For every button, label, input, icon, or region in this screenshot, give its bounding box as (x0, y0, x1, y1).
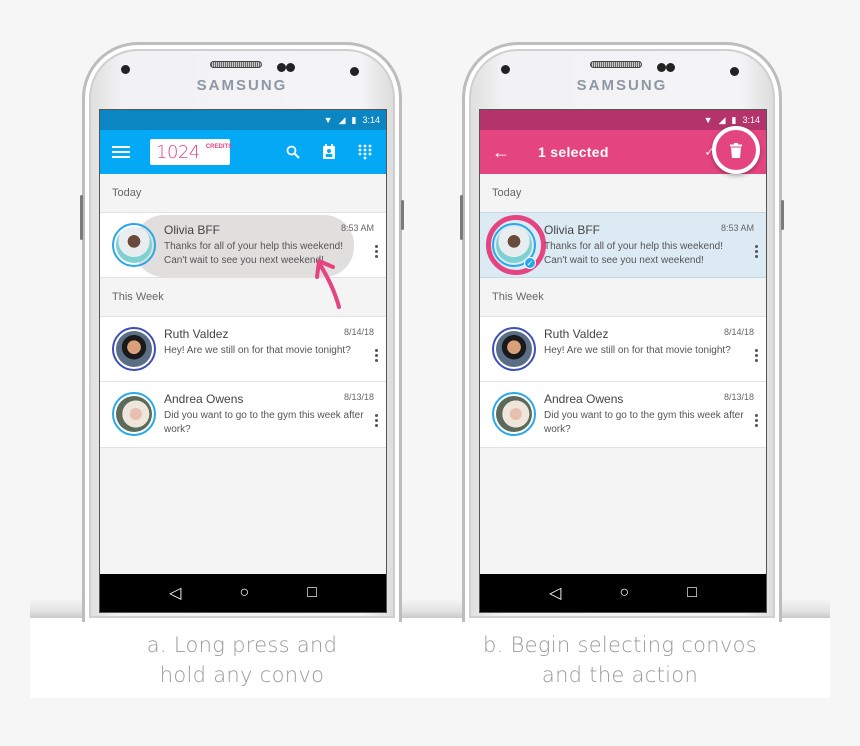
pointer-arrow-icon (315, 259, 341, 309)
status-time: 3:14 (742, 115, 760, 125)
caption-left: a. Long press and hold any convo (42, 630, 442, 690)
more-options-icon[interactable] (755, 414, 758, 427)
status-bar: ▼ ◢ ▮ 3:14 (480, 110, 766, 130)
status-time: 3:14 (362, 115, 380, 125)
credits-badge[interactable]: 1024 CREDITS (150, 139, 233, 165)
screen: ▼ ◢ ▮ 3:14 ← 1 selected ✓✓ Today ✓ Olivi… (479, 109, 767, 613)
avatar[interactable] (112, 327, 156, 371)
caption-line: hold any convo (159, 663, 325, 687)
sensor-dot (121, 65, 130, 74)
message-preview: Hey! Are we still on for that movie toni… (164, 345, 351, 356)
nav-home-icon[interactable]: ○ (619, 584, 629, 602)
phone-right: SAMSUNG ▼ ◢ ▮ 3:14 ← 1 selected ✓✓ Today… (460, 42, 784, 622)
brand-logo: SAMSUNG (196, 77, 288, 94)
timestamp: 8/14/18 (343, 327, 374, 337)
hamburger-icon[interactable] (112, 146, 130, 158)
credits-value: 1024 (156, 141, 200, 163)
conversation-item[interactable]: Ruth Valdez 8/14/18 Hey! Are we still on… (480, 316, 766, 382)
status-bar: ▼ ◢ ▮ 3:14 (100, 110, 386, 130)
volume-key (460, 195, 463, 240)
sensor-dot (350, 67, 359, 76)
timestamp: 8:53 AM (720, 223, 754, 233)
selection-app-bar: ← 1 selected ✓✓ (480, 126, 766, 174)
caption-line: and the action (541, 663, 699, 687)
timestamp: 8:53 AM (340, 223, 374, 233)
app-bar: 1024 CREDITS (100, 130, 386, 174)
check-icon: ✓ (524, 257, 536, 269)
phone-left: SAMSUNG ▼ ◢ ▮ 3:14 1024 CREDITS Today Ol… (80, 42, 404, 622)
brand-logo: SAMSUNG (576, 77, 668, 94)
nav-home-icon[interactable]: ○ (239, 584, 249, 602)
conversation-item[interactable]: Andrea Owens 8/13/18 Did you want to go … (100, 382, 386, 448)
credits-label: CREDITS (205, 144, 233, 150)
sensor-dot (730, 67, 739, 76)
message-preview: Did you want to go to the gym this week … (164, 410, 364, 435)
more-options-icon[interactable] (375, 414, 378, 427)
avatar[interactable] (492, 327, 536, 371)
earpiece-speaker (210, 61, 262, 68)
selection-ring (486, 215, 546, 275)
more-options-icon[interactable] (375, 245, 378, 258)
selection-count: 1 selected (538, 144, 609, 160)
conversation-item-selected[interactable]: ✓ Olivia BFF 8:53 AM Thanks for all of y… (480, 212, 766, 278)
wifi-icon: ▼ (703, 115, 713, 125)
caption-line: b. Begin selecting convos (482, 633, 757, 657)
wifi-icon: ▼ (323, 115, 333, 125)
timestamp: 8/13/18 (723, 392, 754, 402)
signal-icon: ◢ (338, 114, 346, 125)
caption-line: a. Long press and (146, 633, 338, 657)
screen: ▼ ◢ ▮ 3:14 1024 CREDITS Today Olivia BFF… (99, 109, 387, 613)
delete-button[interactable] (712, 126, 760, 174)
nav-recents-icon[interactable]: □ (307, 584, 317, 602)
sensor-dot (501, 65, 510, 74)
more-options-icon[interactable] (755, 349, 758, 362)
conversation-item[interactable]: Andrea Owens 8/13/18 Did you want to go … (480, 382, 766, 448)
contact-icon[interactable] (320, 143, 338, 161)
camera-dot (277, 63, 286, 72)
avatar[interactable] (112, 392, 156, 436)
section-header: Today (480, 174, 766, 212)
back-arrow-icon[interactable]: ← (492, 142, 510, 163)
message-preview: Thanks for all of your help this weekend… (544, 241, 723, 266)
section-header: This Week (480, 278, 766, 316)
search-icon[interactable] (284, 143, 302, 161)
signal-icon: ◢ (718, 114, 726, 125)
power-key (401, 200, 404, 230)
camera-dot (657, 63, 666, 72)
dialpad-icon[interactable] (356, 143, 374, 161)
volume-key (80, 195, 83, 240)
camera-dot (666, 63, 675, 72)
conversation-item[interactable]: Ruth Valdez 8/14/18 Hey! Are we still on… (100, 316, 386, 382)
caption-right: b. Begin selecting convos and the action (420, 630, 820, 690)
nav-back-icon[interactable]: ◁ (549, 583, 561, 603)
more-options-icon[interactable] (375, 349, 378, 362)
contact-name: Ruth Valdez (164, 327, 229, 341)
navigation-bar: ◁ ○ □ (100, 574, 386, 612)
section-header: Today (100, 174, 386, 212)
timestamp: 8/14/18 (723, 327, 754, 337)
navigation-bar: ◁ ○ □ (480, 574, 766, 612)
contact-name: Andrea Owens (164, 392, 244, 406)
avatar[interactable] (492, 392, 536, 436)
earpiece-speaker (590, 61, 642, 68)
battery-icon: ▮ (731, 114, 737, 125)
more-options-icon[interactable] (755, 245, 758, 258)
trash-icon (730, 142, 742, 158)
timestamp: 8/13/18 (343, 392, 374, 402)
battery-icon: ▮ (351, 114, 357, 125)
camera-dot (286, 63, 295, 72)
power-key (781, 200, 784, 230)
avatar[interactable] (112, 223, 156, 267)
contact-name: Ruth Valdez (544, 327, 609, 341)
nav-recents-icon[interactable]: □ (687, 584, 697, 602)
message-preview: Hey! Are we still on for that movie toni… (544, 345, 731, 356)
nav-back-icon[interactable]: ◁ (169, 583, 181, 603)
contact-name: Andrea Owens (544, 392, 624, 406)
message-preview: Did you want to go to the gym this week … (544, 410, 744, 435)
